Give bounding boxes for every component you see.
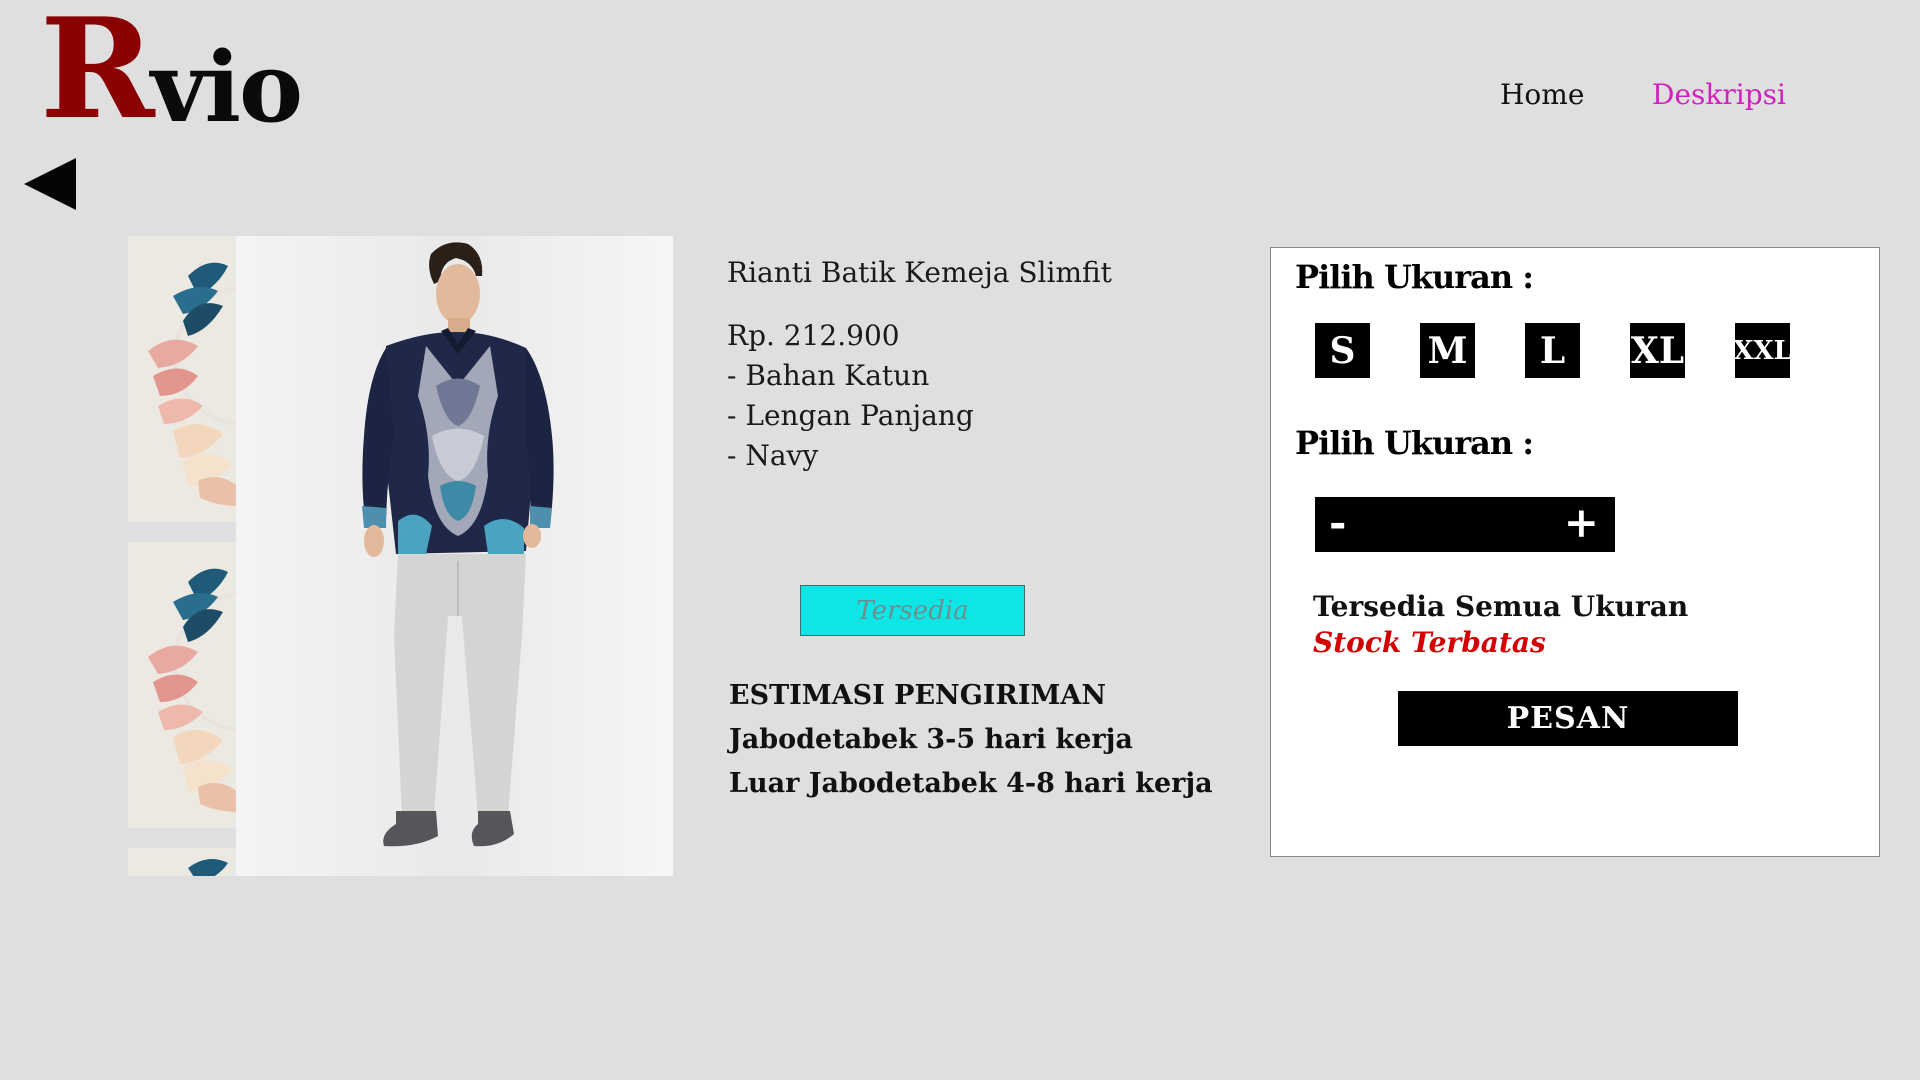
shipping-line-jabodetabek: Jabodetabek 3-5 hari kerja (729, 724, 1133, 755)
thumbnail-list (128, 236, 238, 876)
nav-link-description[interactable]: Deskripsi (1652, 78, 1786, 111)
size-option-xl[interactable]: XL (1630, 323, 1685, 378)
product-details: Rp. 212.900 - Bahan Katun - Lengan Panja… (727, 316, 974, 476)
availability-badge: Tersedia (800, 585, 1025, 636)
product-main-image (236, 236, 673, 876)
stock-warning: Stock Terbatas (1313, 626, 1546, 659)
shipping-estimate: ESTIMASI PENGIRIMAN Jabodetabek 3-5 hari… (729, 674, 1213, 806)
shipping-title: ESTIMASI PENGIRIMAN (729, 680, 1106, 711)
product-detail-color: - Navy (727, 439, 819, 472)
thumbnail-1[interactable] (128, 236, 238, 522)
size-options: S M L XL XXL (1315, 323, 1792, 378)
logo-text: vio (150, 31, 303, 144)
shipping-line-outside: Luar Jabodetabek 4-8 hari kerja (729, 768, 1213, 799)
quantity-decrement-button[interactable]: - (1329, 497, 1346, 552)
size-option-m[interactable]: M (1420, 323, 1475, 378)
product-name: Rianti Batik Kemeja Slimfit (727, 256, 1112, 289)
order-panel: Pilih Ukuran : S M L XL XXL Pilih Ukuran… (1270, 247, 1880, 857)
size-availability-text: Tersedia Semua Ukuran (1313, 590, 1689, 623)
thumbnail-3[interactable] (128, 848, 238, 876)
thumbnail-2[interactable] (128, 542, 238, 828)
quantity-stepper: - + (1315, 497, 1615, 552)
quantity-increment-button[interactable]: + (1564, 497, 1599, 552)
order-button[interactable]: PESAN (1398, 691, 1738, 746)
quantity-title: Pilih Ukuran : (1295, 424, 1534, 462)
product-detail-sleeve: - Lengan Panjang (727, 399, 974, 432)
product-detail-material: - Bahan Katun (727, 359, 930, 392)
size-option-xxl[interactable]: XXL (1733, 323, 1792, 378)
brand-logo[interactable]: R vio (40, 0, 303, 144)
size-option-s[interactable]: S (1315, 323, 1370, 378)
product-price: Rp. 212.900 (727, 319, 900, 352)
nav-link-home[interactable]: Home (1500, 78, 1584, 111)
back-arrow-icon[interactable] (24, 158, 76, 210)
size-option-l[interactable]: L (1525, 323, 1580, 378)
logo-initial: R (40, 0, 155, 150)
size-title: Pilih Ukuran : (1295, 258, 1534, 296)
